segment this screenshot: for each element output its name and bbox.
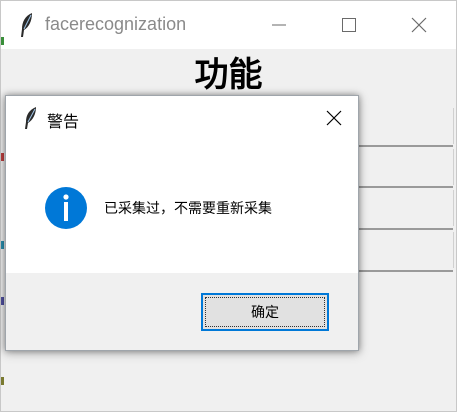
edge-mark (1, 377, 4, 385)
background-button-border (357, 228, 453, 230)
edge-mark (1, 153, 4, 161)
background-button[interactable] (357, 108, 454, 144)
dialog-body: 已采集过，不需要重新采集 (6, 140, 358, 273)
background-button[interactable] (357, 232, 454, 268)
page-heading: 功能 (194, 55, 263, 95)
dialog-message: 已采集过，不需要重新采集 (104, 201, 272, 217)
close-icon (326, 110, 342, 126)
feather-icon (21, 13, 32, 37)
background-button-border (357, 186, 453, 188)
edge-mark (1, 37, 4, 45)
background-button[interactable] (357, 149, 454, 185)
focus-ring (205, 297, 325, 327)
warning-dialog: 警告 已采集过，不需要重新采集 确定 (5, 95, 359, 351)
maximize-button[interactable] (319, 1, 379, 49)
feather-icon (25, 107, 36, 129)
background-button-border (357, 145, 453, 147)
close-icon (411, 17, 427, 33)
edge-mark (1, 241, 4, 249)
minimize-icon (272, 24, 286, 26)
main-titlebar[interactable]: facerecognization (1, 1, 456, 49)
dialog-close-button[interactable] (318, 102, 350, 134)
edge-mark (1, 297, 4, 305)
close-button[interactable] (389, 1, 449, 49)
dialog-titlebar[interactable]: 警告 (6, 96, 358, 140)
background-button-border (357, 270, 453, 272)
maximize-icon (342, 18, 356, 32)
minimize-button[interactable] (249, 1, 309, 49)
window-title: facerecognization (45, 14, 187, 34)
info-icon (45, 187, 87, 229)
background-button[interactable] (357, 190, 454, 226)
ok-button[interactable]: 确定 (201, 293, 329, 331)
dialog-title: 警告 (47, 112, 80, 131)
